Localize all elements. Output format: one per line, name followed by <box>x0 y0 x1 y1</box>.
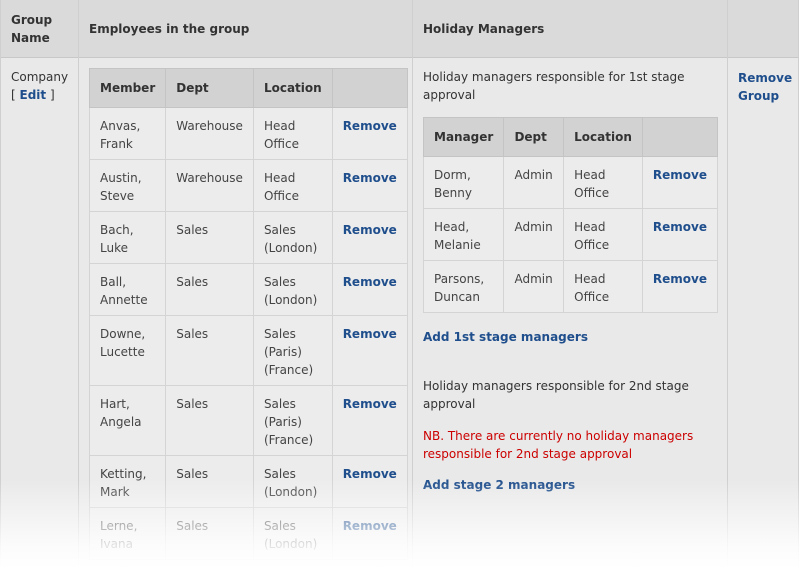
remove-member-button[interactable]: Remove <box>343 119 397 133</box>
member-dept: Warehouse <box>165 107 254 160</box>
members-col-member: Member <box>88 68 167 108</box>
table-row: Downe, Lucette Sales Sales (Paris) (Fran… <box>88 315 408 386</box>
stage1-table-header-row: Manager Dept Location <box>422 117 719 157</box>
member-name: Ketting, Mark <box>88 455 167 508</box>
member-dept: Sales <box>165 507 254 560</box>
column-divider <box>727 0 728 569</box>
manager-dept: Admin <box>503 260 565 313</box>
member-name: Downe, Lucette <box>88 315 167 386</box>
remove-manager-button[interactable]: Remove <box>653 220 707 234</box>
member-dept: Sales <box>165 263 254 316</box>
member-name: Lerne, Ivana <box>88 507 167 560</box>
manager-location: Head Office <box>563 260 643 313</box>
member-location: Sales (London) <box>252 455 333 508</box>
member-location: Sales (London) <box>252 263 333 316</box>
table-row: Parsons, Duncan Admin Head Office Remove <box>422 260 719 313</box>
stage1-intro: Holiday managers responsible for 1st sta… <box>423 70 685 102</box>
member-location: Sales (Paris) (France) <box>252 385 333 456</box>
member-dept: Sales <box>165 455 254 508</box>
table-row: Bach, Luke Sales Sales (London) Remove <box>88 211 408 264</box>
table-row: Dorm, Benny Admin Head Office Remove <box>422 156 719 209</box>
column-divider <box>78 0 79 569</box>
remove-group-button[interactable]: Remove Group <box>738 69 794 105</box>
table-row: Head, Melanie Admin Head Office Remove <box>422 208 719 261</box>
manager-location: Head Office <box>563 156 643 209</box>
remove-member-button[interactable]: Remove <box>343 223 397 237</box>
employees-header-label: Employees in the group <box>89 22 250 36</box>
edit-group-link[interactable]: Edit <box>20 88 47 102</box>
table-row: Ketting, Mark Sales Sales (London) Remov… <box>88 455 408 508</box>
table-row: Hart, Angela Sales Sales (Paris) (France… <box>88 385 408 456</box>
manager-name: Parsons, Duncan <box>422 260 505 313</box>
bracket-close: ] <box>49 88 55 102</box>
table-row: Ball, Annette Sales Sales (London) Remov… <box>88 263 408 316</box>
member-name: Bach, Luke <box>88 211 167 264</box>
member-name: Ball, Annette <box>88 263 167 316</box>
remove-member-button[interactable]: Remove <box>343 275 397 289</box>
group-edit: [ Edit ] <box>11 86 73 104</box>
group-name-cell: Company [ Edit ] <box>11 68 73 104</box>
stage2-intro: Holiday managers responsible for 2nd sta… <box>423 379 689 411</box>
remove-member-button[interactable]: Remove <box>343 519 397 533</box>
member-location: Sales (London) <box>252 507 333 560</box>
members-col-action <box>331 68 408 108</box>
column-header-holiday-managers: Holiday Managers <box>423 0 723 57</box>
remove-member-button[interactable]: Remove <box>343 327 397 341</box>
managers-col-action <box>641 117 719 157</box>
remove-manager-button[interactable]: Remove <box>653 272 707 286</box>
manager-name: Dorm, Benny <box>422 156 505 209</box>
member-name: Austin, Steve <box>88 159 167 212</box>
managers-col-dept: Dept <box>503 117 565 157</box>
holiday-groups-panel: Group Name Employees in the group Holida… <box>0 0 799 569</box>
member-dept: Sales <box>165 211 254 264</box>
stage2-warning: NB. There are currently no holiday manag… <box>423 429 694 461</box>
members-table-header-row: Member Dept Location <box>88 68 408 108</box>
stage1-managers-table: Manager Dept Location Dorm, Benny Admin … <box>422 117 719 313</box>
member-dept: Sales <box>165 315 254 386</box>
member-location: Sales (Paris) (France) <box>252 315 333 386</box>
member-name: Hart, Angela <box>88 385 167 456</box>
group-name: Company <box>11 70 69 84</box>
remove-member-button[interactable]: Remove <box>343 397 397 411</box>
member-location: Sales (London) <box>252 211 333 264</box>
table-row: Anvas, Frank Warehouse Head Office Remov… <box>88 107 408 160</box>
member-dept: Sales <box>165 385 254 456</box>
add-stage1-managers-link[interactable]: Add 1st stage managers <box>423 328 588 346</box>
bracket-open: [ <box>11 88 16 102</box>
remove-manager-button[interactable]: Remove <box>653 168 707 182</box>
member-location: Head Office <box>252 159 333 212</box>
members-col-location: Location <box>252 68 333 108</box>
manager-name: Head, Melanie <box>422 208 505 261</box>
manager-location: Head Office <box>563 208 643 261</box>
table-row: Lerne, Ivana Sales Sales (London) Remove <box>88 507 408 560</box>
members-col-dept: Dept <box>165 68 254 108</box>
managers-col-manager: Manager <box>422 117 505 157</box>
members-table: Member Dept Location Anvas, Frank Wareho… <box>88 68 408 560</box>
column-header-employees: Employees in the group <box>89 0 389 57</box>
remove-member-button[interactable]: Remove <box>343 171 397 185</box>
add-stage2-managers-link[interactable]: Add stage 2 managers <box>423 476 575 494</box>
column-header-group-name: Group Name <box>11 0 71 57</box>
group-name-header-label: Group Name <box>11 13 53 45</box>
remove-member-button[interactable]: Remove <box>343 467 397 481</box>
managers-col-location: Location <box>563 117 643 157</box>
member-location: Head Office <box>252 107 333 160</box>
groups-table-header: Group Name Employees in the group Holida… <box>1 0 798 58</box>
member-dept: Warehouse <box>165 159 254 212</box>
manager-dept: Admin <box>503 208 565 261</box>
column-divider <box>412 0 413 569</box>
manager-dept: Admin <box>503 156 565 209</box>
table-row: Austin, Steve Warehouse Head Office Remo… <box>88 159 408 212</box>
member-name: Anvas, Frank <box>88 107 167 160</box>
holiday-managers-header-label: Holiday Managers <box>423 22 545 36</box>
